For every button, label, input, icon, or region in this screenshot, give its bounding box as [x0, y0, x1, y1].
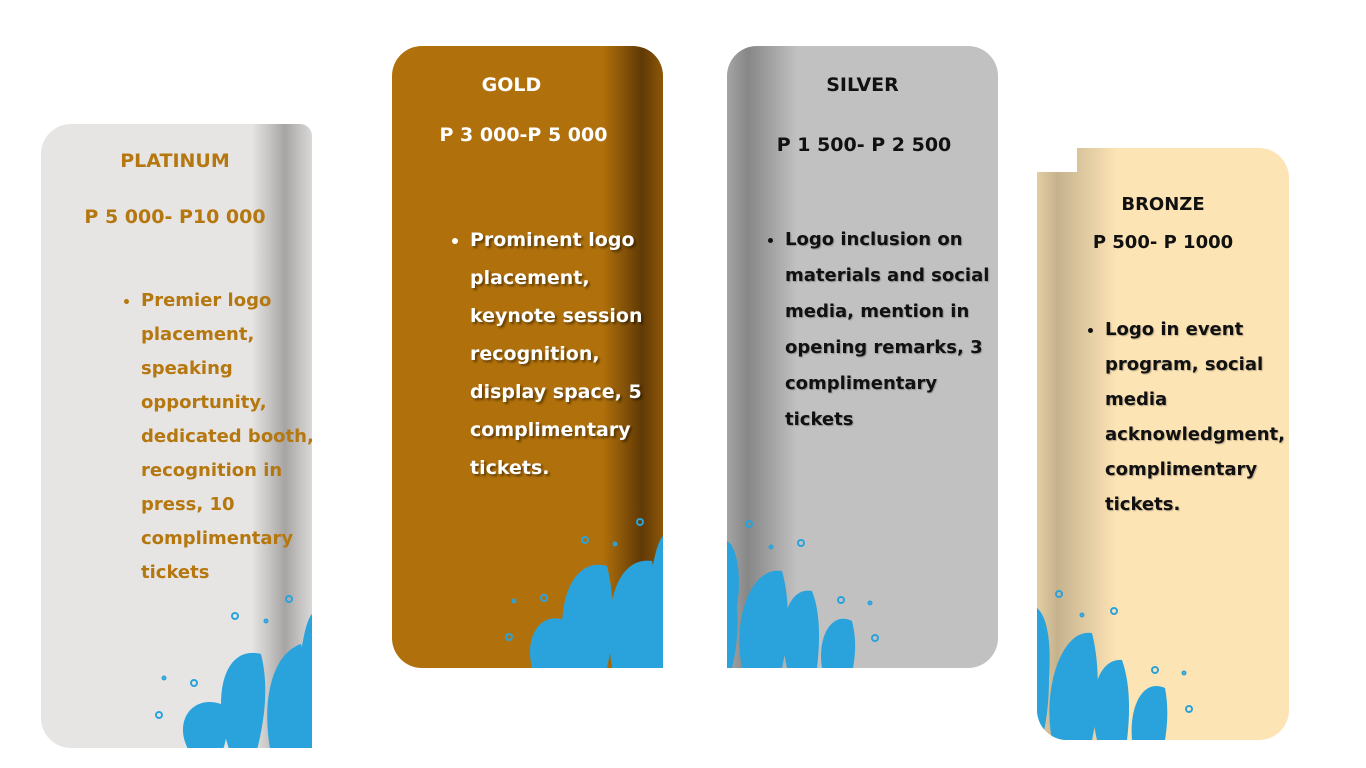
benefit-item: Prominent logo placement, keynote sessio… — [470, 221, 663, 487]
tier-title: GOLD — [481, 74, 542, 96]
leaf-splash-icon — [505, 518, 663, 668]
tier-price: P 1 500- P 2 500 — [776, 134, 952, 156]
corner-cut — [1037, 148, 1077, 172]
benefit-item: Logo in event program, social media ackn… — [1105, 312, 1289, 522]
bronze-tier-card: BRONZE P 500- P 1000 Logo in event progr… — [1037, 148, 1289, 740]
benefit-item: Premier logo placement, speaking opportu… — [141, 284, 312, 590]
tier-title: PLATINUM — [120, 150, 230, 172]
tier-title: SILVER — [826, 74, 899, 96]
benefit-list: Logo in event program, social media ackn… — [1085, 312, 1289, 522]
tier-price: P 500- P 1000 — [1092, 232, 1234, 253]
leaf-splash-icon — [1037, 590, 1193, 740]
platinum-tier-card: PLATINUM P 5 000- P10 000 Premier logo p… — [41, 124, 312, 748]
silver-tier-card: SILVER P 1 500- P 2 500 Logo inclusion o… — [727, 46, 998, 668]
benefit-item: Logo inclusion on materials and social m… — [785, 222, 998, 438]
benefit-list: Logo inclusion on materials and social m… — [765, 222, 998, 438]
leaf-splash-icon — [155, 595, 312, 748]
benefit-list: Prominent logo placement, keynote sessio… — [450, 221, 663, 487]
tier-price: P 3 000-P 5 000 — [439, 124, 608, 146]
benefit-list: Premier logo placement, speaking opportu… — [121, 284, 312, 590]
tier-title: BRONZE — [1121, 194, 1205, 215]
leaf-splash-icon — [727, 520, 879, 668]
gold-tier-card: GOLD P 3 000-P 5 000 Prominent logo plac… — [392, 46, 663, 668]
tier-price: P 5 000- P10 000 — [84, 206, 266, 228]
